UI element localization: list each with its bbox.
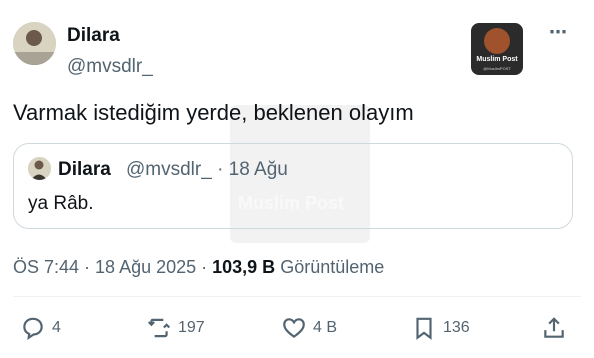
bookmark-count: 136 <box>443 319 470 336</box>
author-avatar[interactable] <box>13 22 56 65</box>
retweet-button[interactable]: 197 <box>146 314 205 342</box>
quoted-author-avatar <box>28 157 51 180</box>
reply-button[interactable]: 4 <box>20 314 61 342</box>
reply-icon <box>23 317 43 340</box>
divider <box>13 296 581 297</box>
quoted-author-name: Dilara <box>58 159 111 180</box>
bookmark-button[interactable]: 136 <box>411 314 470 342</box>
retweet-count: 197 <box>178 319 205 336</box>
views-count: 103,9 B <box>212 257 276 277</box>
views-label: Görüntüleme <box>275 257 385 277</box>
like-button[interactable]: 4 B <box>281 314 337 342</box>
like-count: 4 B <box>313 319 338 336</box>
share-icon <box>544 317 564 338</box>
author-name[interactable]: Dilara <box>67 25 120 47</box>
bookmark-icon <box>416 317 432 340</box>
tweet-meta: ÖS 7:44 · 18 Ağu 2025 · 103,9 B Görüntül… <box>13 257 384 278</box>
more-icon[interactable]: ⋯ <box>549 22 567 43</box>
author-handle[interactable]: @mvsdlr_ <box>67 56 153 78</box>
tweet-time[interactable]: ÖS 7:44 · 18 Ağu 2025 · <box>13 257 212 277</box>
watermark-badge-handle: @MuslimPOST <box>483 66 511 71</box>
reply-count: 4 <box>52 319 61 336</box>
quoted-text: ya Râb. <box>28 193 94 214</box>
retweet-icon <box>147 318 171 338</box>
watermark-badge-title: Muslim Post <box>476 56 518 63</box>
share-button[interactable] <box>541 314 567 342</box>
watermark-badge: Muslim Post @MuslimPOST <box>471 23 523 75</box>
watermark-face-icon <box>484 28 510 54</box>
quoted-tweet[interactable]: Dilara @mvsdlr_ · 18 Ağu ya Râb. <box>13 143 573 229</box>
quoted-meta: @mvsdlr_ · 18 Ağu <box>126 159 288 180</box>
like-icon <box>283 318 305 338</box>
